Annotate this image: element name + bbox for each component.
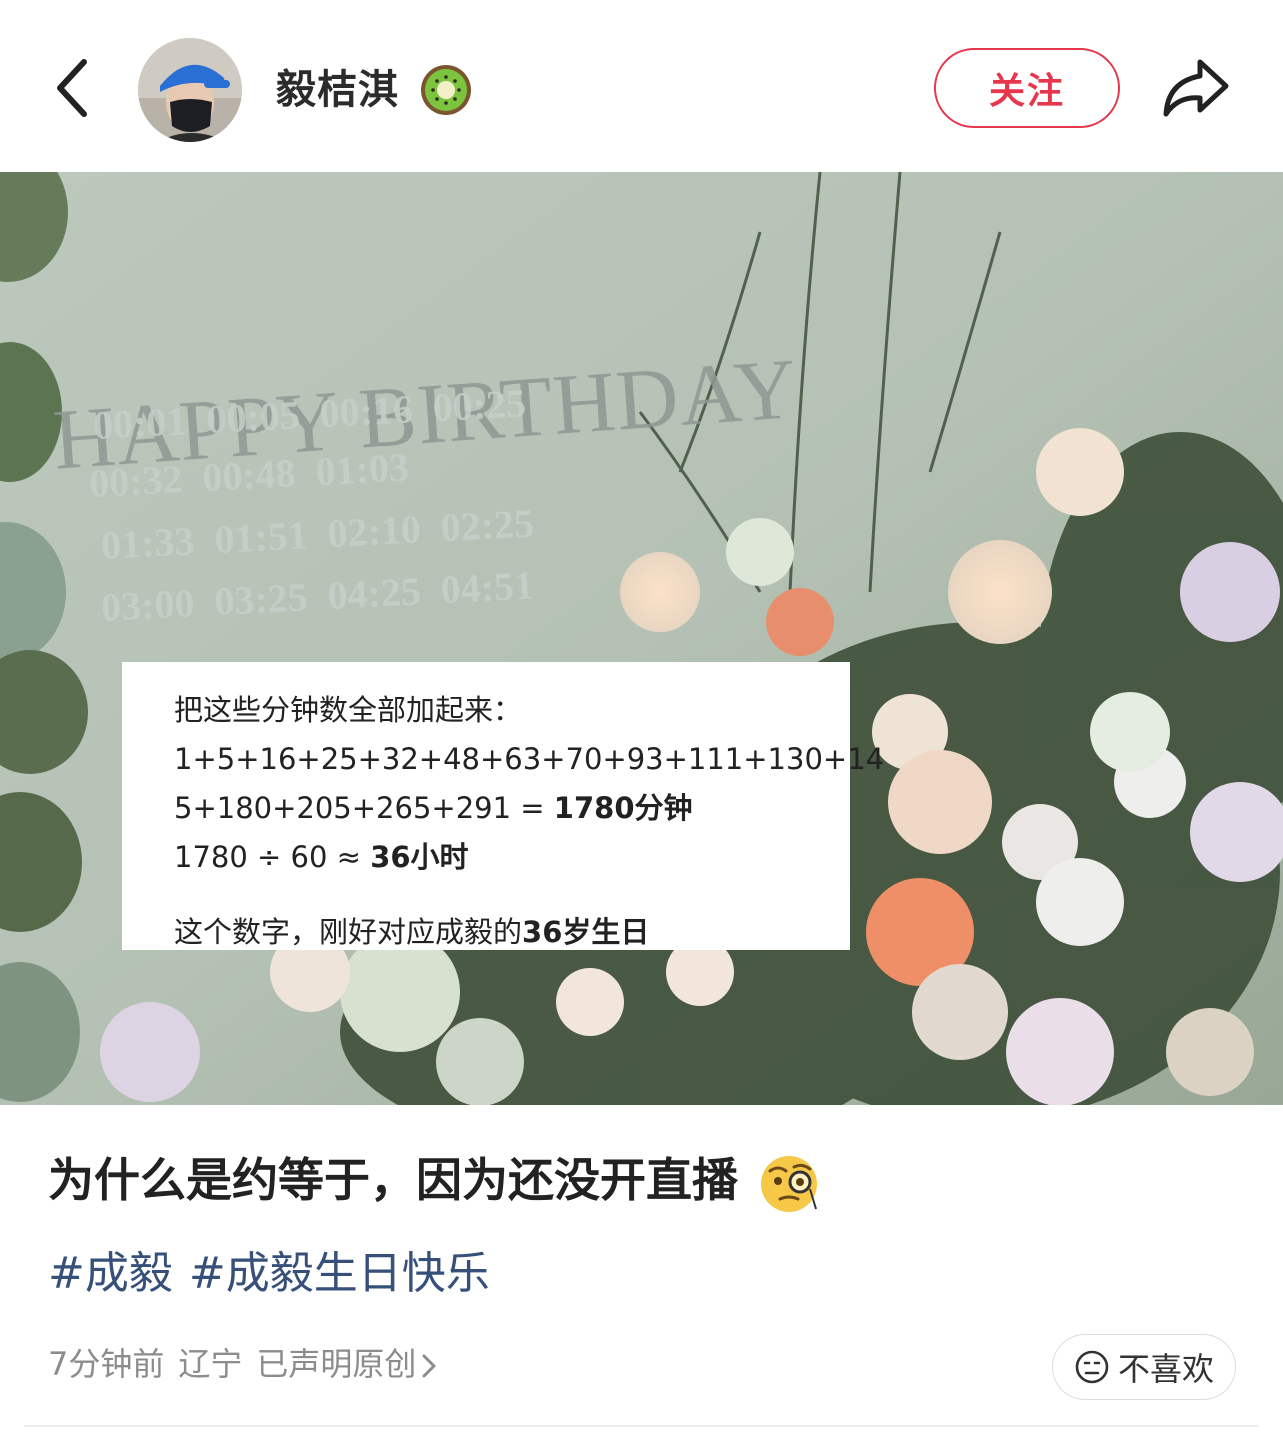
top-bar: 毅桔淇 关注 [0, 0, 1283, 172]
post-time: 7分钟前 [48, 1345, 165, 1383]
post-caption-text: 为什么是约等于，因为还没开直播 [48, 1153, 738, 1207]
card-bold-text: 36小时 [370, 840, 469, 874]
hashtags: #成毅 #成毅生日快乐 [48, 1242, 506, 1306]
avatar-image [138, 38, 242, 142]
original-statement-link[interactable]: 已声明原创 [256, 1345, 438, 1383]
unhappy-face-icon [1075, 1350, 1109, 1384]
card-bold-text: 36岁生日 [522, 915, 650, 949]
card-line: 5+180+205+265+291 = 1780分钟 [174, 784, 850, 833]
kiwi-fruit-icon [421, 65, 471, 115]
post-image[interactable]: HAPPY BIRTHDAY 00:01 00:05 00:16 00:25 0… [0, 172, 1283, 1105]
hashtag-link[interactable]: #成毅 [48, 1248, 173, 1299]
dislike-label: 不喜欢 [1117, 1350, 1214, 1388]
username[interactable]: 毅桔淇 [276, 62, 399, 118]
card-text: 5+180+205+265+291 = [174, 791, 554, 825]
back-button[interactable] [48, 52, 104, 124]
post-location: 辽宁 [178, 1345, 243, 1383]
card-line: 1+5+16+25+32+48+63+70+93+111+130+14 [174, 742, 885, 776]
avatar[interactable] [138, 38, 242, 142]
calculation-card: 把这些分钟数全部加起来： 1+5+16+25+32+48+63+70+93+11… [122, 662, 885, 950]
card-line: 这个数字，刚好对应成毅的36岁生日 [174, 908, 850, 957]
card-text: 这个数字，刚好对应成毅的 [174, 915, 523, 949]
share-arrow-icon [1163, 59, 1229, 117]
card-text: 1780 ÷ 60 ≈ [174, 840, 371, 874]
post-meta: 7分钟前 辽宁 已声明原创 [48, 1336, 452, 1392]
chevron-right-icon [422, 1354, 436, 1378]
chevron-left-icon [57, 59, 87, 117]
card-line: 1780 ÷ 60 ≈ 36小时 [174, 833, 850, 882]
hashtag-link[interactable]: #成毅生日快乐 [189, 1248, 490, 1299]
share-button[interactable] [1160, 54, 1232, 122]
divider [24, 1425, 1259, 1427]
card-bold-text: 1780分钟 [553, 791, 693, 825]
photo-background [0, 172, 1283, 1105]
follow-button[interactable]: 关注 [934, 48, 1120, 128]
face-with-monocle-icon [761, 1155, 818, 1212]
original-statement-text: 已声明原创 [256, 1345, 417, 1383]
card-line: 把这些分钟数全部加起来： [174, 693, 523, 727]
dislike-button[interactable]: 不喜欢 [1052, 1334, 1236, 1400]
post-caption: 为什么是约等于，因为还没开直播 [48, 1140, 820, 1220]
